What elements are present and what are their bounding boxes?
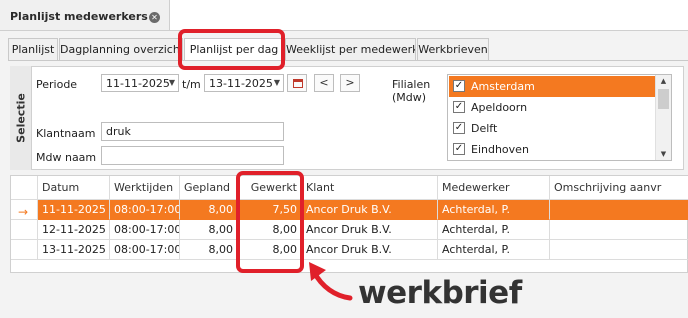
- mdw-naam-label: Mdw naam: [36, 151, 97, 164]
- next-period-button[interactable]: >: [340, 74, 360, 92]
- scroll-down-icon[interactable]: ▼: [656, 150, 671, 158]
- calendar-icon: [293, 79, 303, 88]
- klantnaam-label: Klantnaam: [36, 127, 96, 140]
- tab-weeklijst-per-medewerker[interactable]: Weeklijst per medewerker: [285, 38, 416, 60]
- cell-gepland[interactable]: 8,00: [180, 220, 238, 240]
- list-item-delft[interactable]: ✓ Delft: [449, 118, 656, 139]
- tab-dagplanning-overzicht[interactable]: Dagplanning overzicht: [59, 38, 183, 60]
- cell-medewerker[interactable]: Achterdal, P.: [438, 240, 550, 260]
- chevron-down-icon[interactable]: ▼: [274, 78, 280, 87]
- scroll-thumb[interactable]: [658, 89, 669, 109]
- checkbox-checked-icon[interactable]: ✓: [453, 101, 465, 113]
- column-header-klant[interactable]: Klant: [302, 176, 438, 200]
- chevron-down-icon[interactable]: ▼: [169, 78, 175, 87]
- column-header-medewerker[interactable]: Medewerker: [438, 176, 550, 200]
- filialen-sub-label: (Mdw): [392, 91, 427, 104]
- cell-omschrijving[interactable]: [550, 200, 688, 220]
- cell-datum[interactable]: 12-11-2025: [38, 220, 110, 240]
- column-header-datum[interactable]: Datum: [38, 176, 110, 200]
- cell-gepland[interactable]: 8,00: [180, 240, 238, 260]
- cell-werktijden[interactable]: 08:00-17:00: [110, 220, 180, 240]
- checkbox-checked-icon[interactable]: ✓: [453, 122, 465, 134]
- periode-label: Periode: [36, 78, 78, 91]
- results-grid: Datum Werktijden Gepland Gewerkt Klant M…: [10, 175, 688, 273]
- list-scrollbar[interactable]: ▲ ▼: [655, 75, 671, 160]
- tm-label: t/m: [182, 78, 201, 91]
- cell-medewerker[interactable]: Achterdal, P.: [438, 220, 550, 240]
- cell-omschrijving[interactable]: [550, 240, 688, 260]
- tab-werkbrieven[interactable]: Werkbrieven: [417, 38, 489, 60]
- row-indicator-cell: [11, 240, 38, 260]
- filialen-label: Filialen: [392, 78, 431, 91]
- cell-medewerker[interactable]: Achterdal, P.: [438, 200, 550, 220]
- list-item-eindhoven[interactable]: ✓ Eindhoven: [449, 139, 656, 160]
- tab-planlijst[interactable]: Planlijst: [8, 38, 58, 60]
- cell-datum[interactable]: 13-11-2025: [38, 240, 110, 260]
- window-tab[interactable]: Planlijst medewerkers ✕: [0, 0, 170, 31]
- column-header-werktijden[interactable]: Werktijden: [110, 176, 180, 200]
- tab-divider: [8, 60, 688, 61]
- annotation-label: werkbrief: [358, 275, 522, 311]
- mdw-naam-field[interactable]: [101, 146, 284, 165]
- close-icon[interactable]: ✕: [149, 12, 160, 23]
- checkbox-checked-icon[interactable]: ✓: [453, 143, 465, 155]
- date-to-picker[interactable]: 13-11-2025 ▼: [204, 74, 284, 92]
- cell-werktijden[interactable]: 08:00-17:00: [110, 240, 180, 260]
- calendar-button[interactable]: [287, 74, 307, 92]
- list-item-amsterdam[interactable]: ✓ Amsterdam: [449, 76, 656, 97]
- cell-klant[interactable]: Ancor Druk B.V.: [302, 240, 438, 260]
- column-header-omschrijving[interactable]: Omschrijving aanvr: [550, 176, 688, 200]
- cell-omschrijving[interactable]: [550, 220, 688, 240]
- window-title: Planlijst medewerkers: [10, 10, 148, 23]
- row-indicator-cell: [11, 220, 38, 240]
- current-row-arrow-icon: →: [18, 205, 29, 219]
- cell-klant[interactable]: Ancor Druk B.V.: [302, 220, 438, 240]
- selection-group-label[interactable]: Selectie: [10, 66, 32, 170]
- klantnaam-field[interactable]: druk: [101, 122, 284, 141]
- column-header-gepland[interactable]: Gepland: [180, 176, 238, 200]
- prev-period-button[interactable]: <: [314, 74, 334, 92]
- list-item-apeldoorn[interactable]: ✓ Apeldoorn: [449, 97, 656, 118]
- cell-klant[interactable]: Ancor Druk B.V.: [302, 200, 438, 220]
- annotation-highlight-gewerkt: [236, 171, 304, 273]
- scroll-up-icon[interactable]: ▲: [656, 77, 671, 85]
- annotation-highlight-tab: [178, 29, 285, 70]
- cell-gepland[interactable]: 8,00: [180, 200, 238, 220]
- window-tab-bar: [170, 0, 688, 31]
- checkbox-checked-icon[interactable]: ✓: [453, 80, 465, 92]
- filialen-list[interactable]: ✓ Amsterdam ✓ Apeldoorn ✓ Delft ✓ Eindhoven …: [447, 74, 672, 161]
- cell-werktijden[interactable]: 08:00-17:00: [110, 200, 180, 220]
- date-from-picker[interactable]: 11-11-2025 ▼: [101, 74, 179, 92]
- grid-indicator-header: [11, 176, 38, 200]
- cell-datum[interactable]: 11-11-2025: [38, 200, 110, 220]
